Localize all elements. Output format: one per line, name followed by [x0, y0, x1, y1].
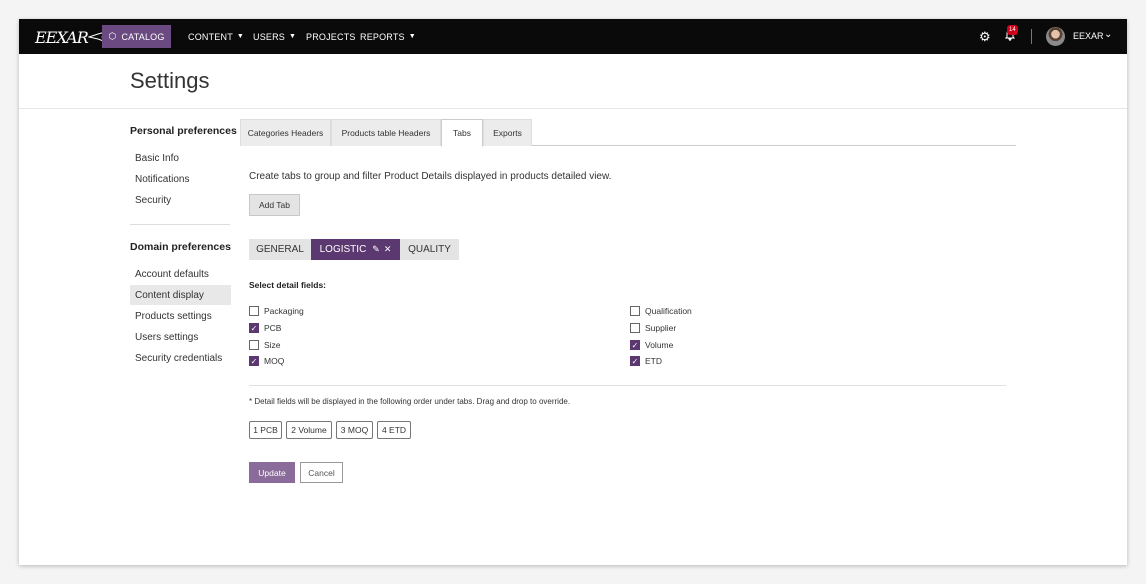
- detail-tab-general[interactable]: GENERAL: [249, 239, 311, 260]
- order-chip[interactable]: 4 ETD: [377, 421, 411, 439]
- field-checkbox-size[interactable]: Size: [249, 339, 281, 351]
- field-checkbox-supplier[interactable]: Supplier: [630, 322, 676, 334]
- field-checkbox-volume[interactable]: ✓ Volume: [630, 339, 673, 351]
- field-label: Volume: [645, 340, 674, 350]
- nav-users-label: USERS: [253, 31, 286, 42]
- chevron-down-icon: ▼: [289, 33, 297, 40]
- field-label: ETD: [645, 356, 662, 366]
- nav-content[interactable]: CONTENT ▼: [188, 19, 244, 54]
- checkbox-checked[interactable]: ✓: [630, 356, 640, 366]
- checkbox-checked[interactable]: ✓: [249, 323, 259, 333]
- detail-tab-logistic[interactable]: LOGISTIC ✎ ✕: [311, 239, 400, 260]
- field-label: PCB: [264, 323, 282, 333]
- tab-products-table-headers[interactable]: Products table Headers: [331, 119, 441, 146]
- sidebar-divider: [130, 224, 230, 225]
- page-title: Settings: [130, 68, 210, 93]
- nav-projects[interactable]: PROJECTS: [306, 19, 356, 54]
- gear-icon[interactable]: ⚙: [979, 29, 991, 45]
- select-fields-label: Select detail fields:: [249, 280, 326, 290]
- divider: [19, 108, 1127, 109]
- sidebar-item-users-settings[interactable]: Users settings: [130, 327, 231, 347]
- field-checkbox-etd[interactable]: ✓ ETD: [630, 355, 662, 367]
- checkbox[interactable]: [249, 306, 259, 316]
- detail-tab-logistic-label: LOGISTIC: [319, 244, 367, 255]
- nav-reports-label: REPORTS: [360, 31, 405, 42]
- checkbox[interactable]: [630, 306, 640, 316]
- sidebar-heading-domain: Domain preferences: [130, 241, 231, 253]
- field-label: Qualification: [645, 306, 692, 316]
- username[interactable]: EEXAR: [1073, 31, 1104, 41]
- sidebar-item-account-defaults[interactable]: Account defaults: [130, 264, 231, 284]
- field-checkbox-moq[interactable]: ✓ MOQ: [249, 355, 284, 367]
- divider: [249, 385, 1006, 386]
- sidebar-item-content-display[interactable]: Content display: [130, 285, 231, 305]
- field-label: Packaging: [264, 306, 304, 316]
- tab-exports[interactable]: Exports: [483, 119, 532, 146]
- avatar[interactable]: [1046, 27, 1065, 46]
- pencil-icon[interactable]: ✎: [372, 244, 380, 255]
- field-checkbox-pcb[interactable]: ✓ PCB: [249, 322, 281, 334]
- chevron-down-icon[interactable]: ⌄: [1104, 29, 1112, 40]
- field-checkbox-packaging[interactable]: Packaging: [249, 305, 304, 317]
- add-tab-button[interactable]: Add Tab: [249, 194, 300, 216]
- nav-projects-label: PROJECTS: [306, 31, 356, 42]
- nav-catalog-label: CATALOG: [121, 31, 165, 42]
- field-label: Supplier: [645, 323, 677, 333]
- close-icon[interactable]: ✕: [384, 244, 392, 255]
- sidebar-item-products-settings[interactable]: Products settings: [130, 306, 231, 326]
- nav-users[interactable]: USERS ▼: [253, 19, 296, 54]
- sidebar-item-notifications[interactable]: Notifications: [130, 169, 231, 189]
- checkbox-checked[interactable]: ✓: [630, 340, 640, 350]
- update-button[interactable]: Update: [249, 462, 295, 483]
- order-note: * Detail fields will be displayed in the…: [249, 397, 571, 406]
- sidebar-item-basic-info[interactable]: Basic Info: [130, 148, 231, 168]
- checkbox-checked[interactable]: ✓: [249, 356, 259, 366]
- nav-divider: [1031, 29, 1032, 44]
- nav-catalog[interactable]: ⬡ CATALOG: [102, 25, 171, 48]
- chevron-down-icon: ▼: [236, 33, 245, 40]
- settings-tabs: Categories Headers Products table Header…: [240, 119, 1016, 147]
- tab-categories-headers[interactable]: Categories Headers: [240, 119, 331, 146]
- notification-badge: 14: [1007, 25, 1018, 35]
- brand-logo[interactable]: EEXAR: [35, 27, 110, 47]
- cube-icon: ⬡: [108, 31, 117, 41]
- order-chip[interactable]: 2 Volume: [286, 421, 332, 439]
- top-navbar: EEXAR ⬡ CATALOG CONTENT ▼ USERS ▼ PROJEC…: [19, 19, 1127, 54]
- field-label: MOQ: [264, 356, 285, 366]
- chevron-down-icon: ▼: [408, 33, 416, 40]
- detail-tab-quality[interactable]: QUALITY: [400, 239, 459, 260]
- app-frame: EEXAR ⬡ CATALOG CONTENT ▼ USERS ▼ PROJEC…: [19, 19, 1127, 565]
- sidebar-item-security[interactable]: Security: [130, 190, 231, 210]
- sidebar-item-security-credentials[interactable]: Security credentials: [130, 348, 231, 368]
- field-checkbox-qualification[interactable]: Qualification: [630, 305, 692, 317]
- tabs-description: Create tabs to group and filter Product …: [249, 171, 612, 182]
- checkbox[interactable]: [630, 323, 640, 333]
- sidebar-heading-personal: Personal preferences: [130, 125, 237, 137]
- field-label: Size: [264, 340, 281, 350]
- logo-text: EEXAR: [35, 27, 89, 47]
- nav-reports[interactable]: REPORTS ▼: [360, 19, 416, 54]
- cancel-button[interactable]: Cancel: [300, 462, 343, 483]
- checkbox[interactable]: [249, 340, 259, 350]
- order-chip[interactable]: 1 PCB: [249, 421, 282, 439]
- nav-content-label: CONTENT: [188, 31, 233, 42]
- tab-tabs[interactable]: Tabs: [441, 119, 483, 147]
- order-chip[interactable]: 3 MOQ: [336, 421, 373, 439]
